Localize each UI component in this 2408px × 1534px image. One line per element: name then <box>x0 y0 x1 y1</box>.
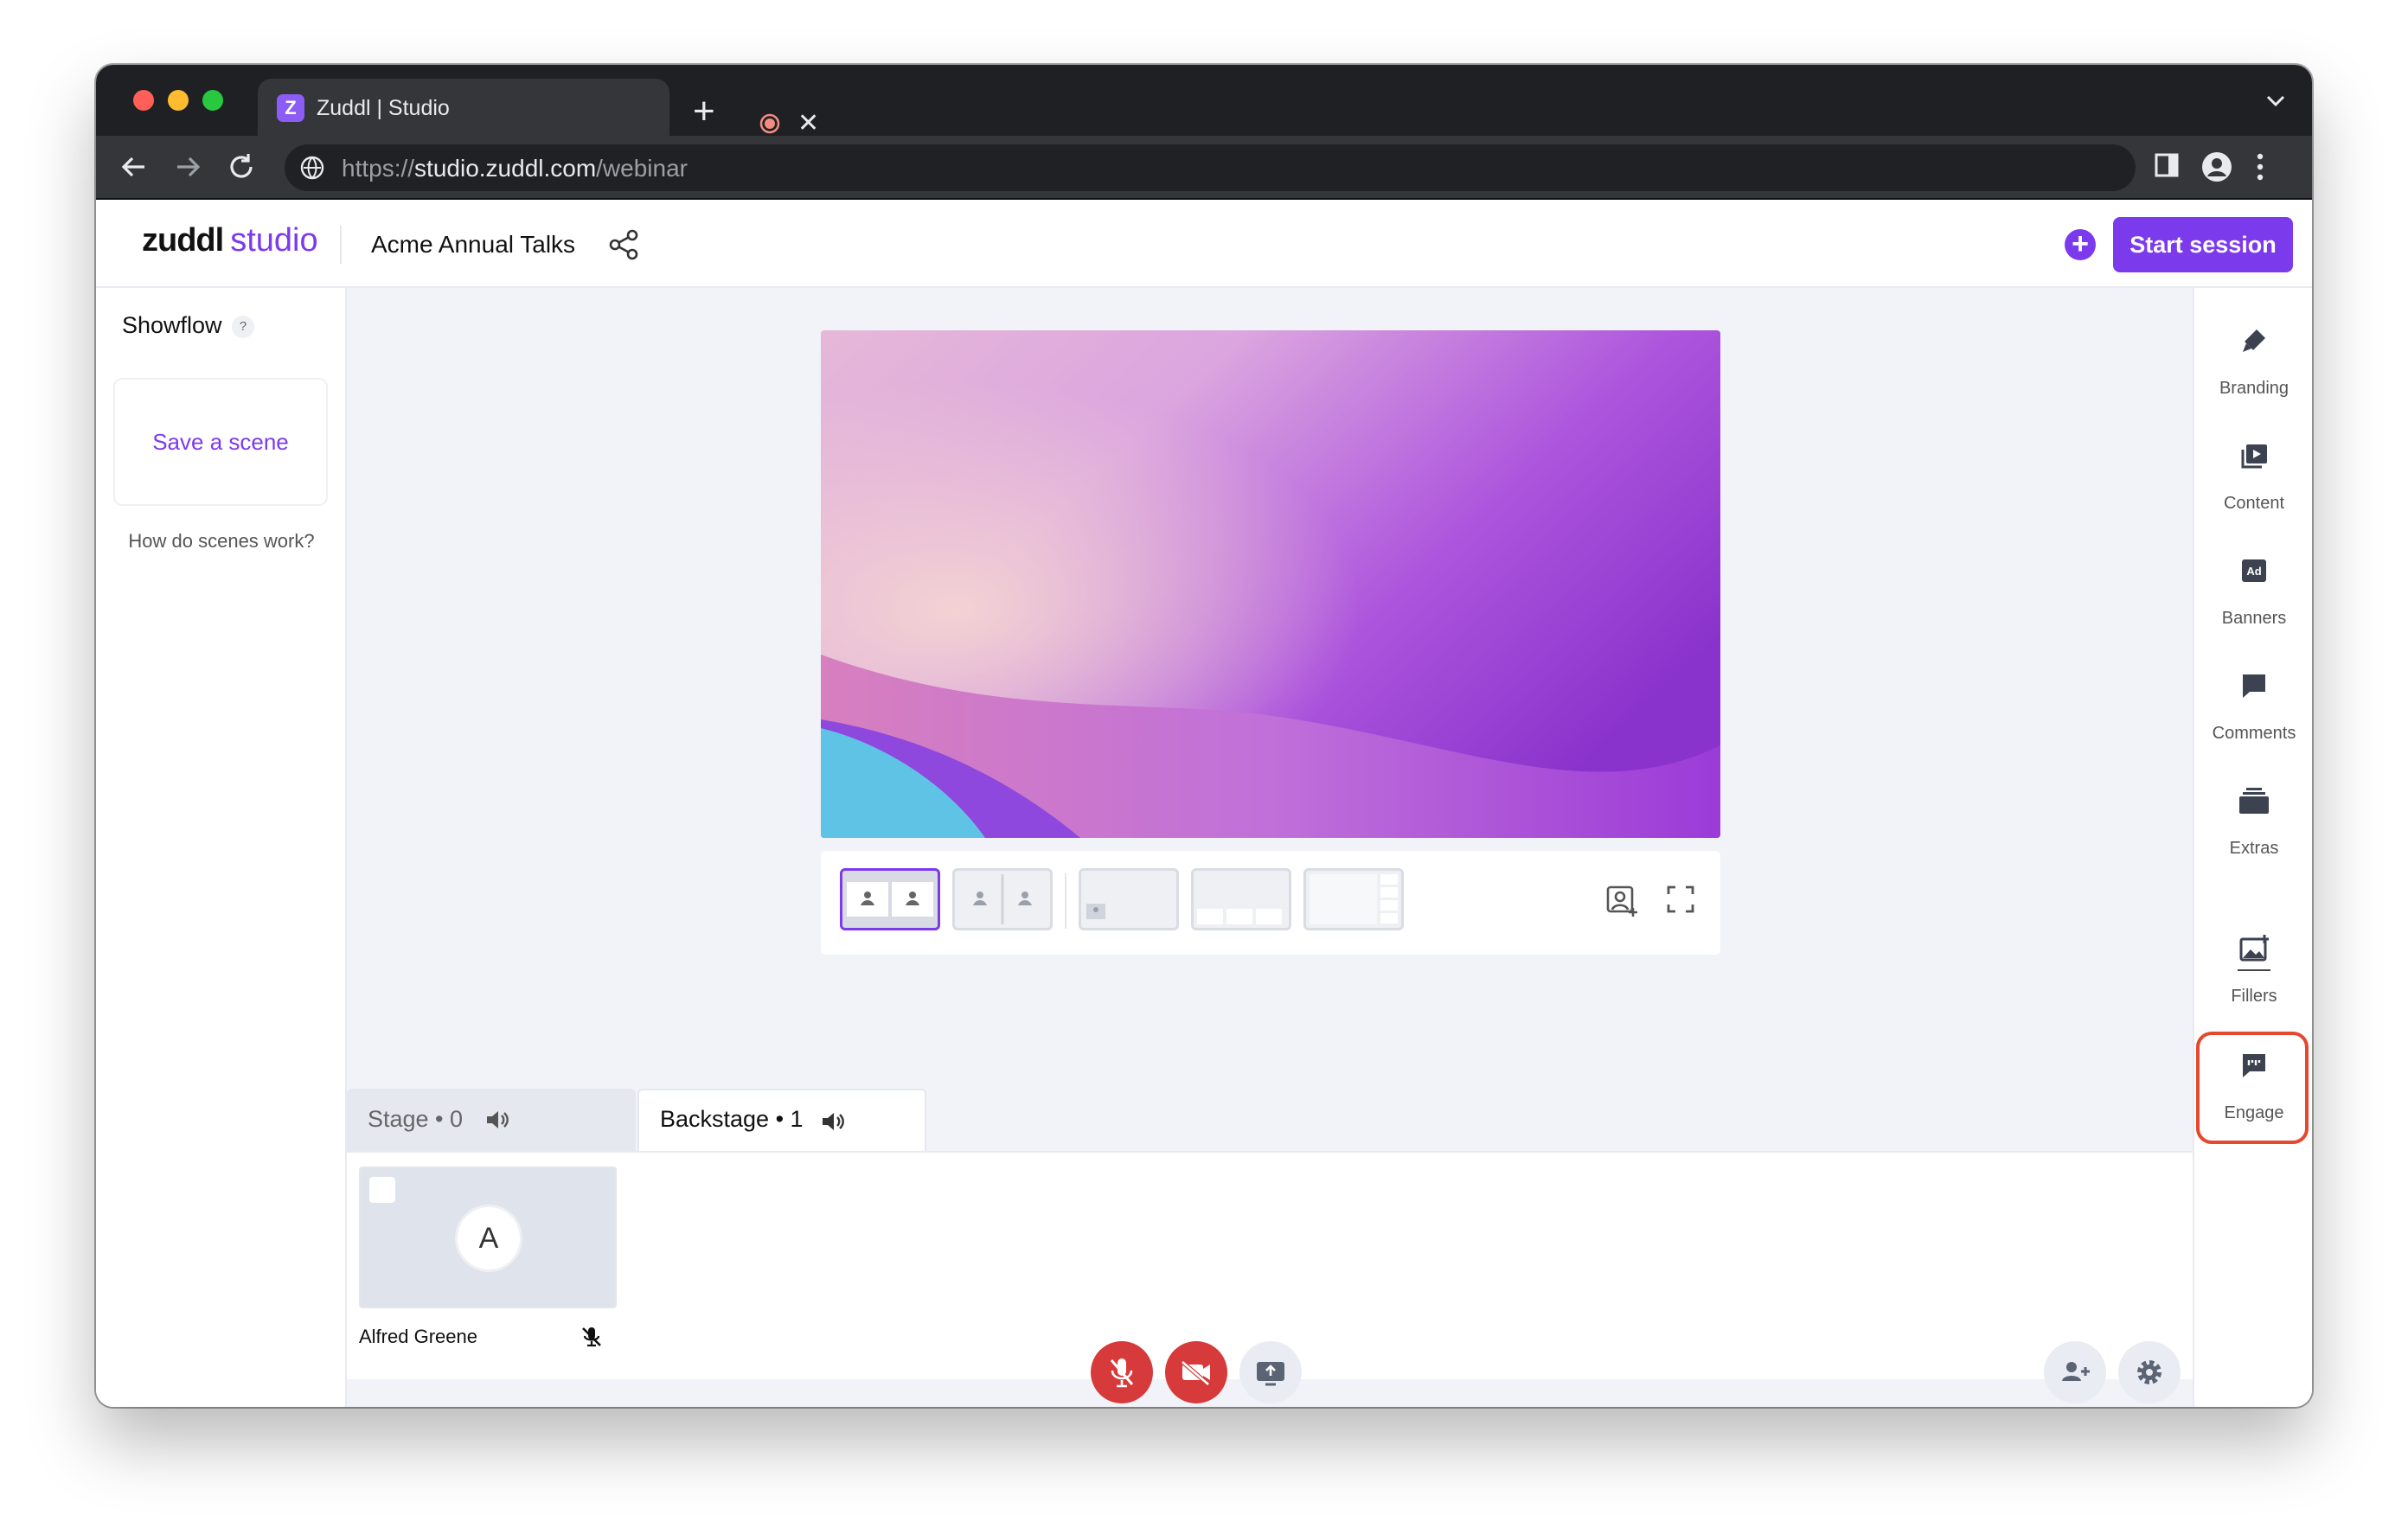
tab-backstage-label: Backstage • 1 <box>660 1106 804 1132</box>
tab-title: Zuddl | Studio <box>317 96 450 120</box>
layout-pip[interactable] <box>1079 868 1179 930</box>
tool-extras-label: Extras <box>2229 839 2279 858</box>
avatar: A <box>455 1205 522 1272</box>
studio-tools-panel: Branding Content Ad Banners Comments Ext… <box>2193 288 2312 1407</box>
add-icon[interactable]: + <box>2065 229 2096 260</box>
stage-preview <box>821 330 1720 838</box>
zuddl-favicon-icon: Z <box>277 94 304 122</box>
engage-highlight-annotation <box>2196 1032 2309 1144</box>
fullscreen-icon[interactable] <box>1665 884 1696 915</box>
share-icon[interactable] <box>606 227 641 262</box>
browser-toolbar: https://studio.zuddl.com/webinar <box>96 136 2312 200</box>
tool-comments-label: Comments <box>2212 724 2296 743</box>
media-icon <box>2241 444 2267 469</box>
share-screen-button[interactable] <box>1239 1341 1302 1403</box>
layout-sidebar-right[interactable] <box>1303 868 1404 930</box>
url-path: /webinar <box>596 155 688 182</box>
recording-icon <box>759 113 780 134</box>
browser-menu-icon[interactable] <box>2255 151 2265 182</box>
gear-icon <box>2137 1360 2161 1384</box>
layers-icon <box>2239 788 2269 814</box>
add-participant-frame-icon[interactable] <box>1604 884 1639 918</box>
reload-icon[interactable] <box>222 148 260 186</box>
address-bar[interactable]: https://studio.zuddl.com/webinar <box>285 144 2136 191</box>
layout-split-icon <box>973 874 1032 924</box>
tool-content-label: Content <box>2223 494 2285 513</box>
logo-word-bold: zuddl <box>142 222 224 259</box>
close-window-button[interactable] <box>133 90 154 111</box>
tool-extras[interactable]: Extras <box>2194 786 2312 859</box>
participant-select-checkbox[interactable] <box>369 1177 395 1203</box>
layout-sidebar-icon <box>1310 874 1398 924</box>
layout-two-icon <box>847 882 933 917</box>
layout-divider <box>1065 873 1066 929</box>
tab-backstage[interactable]: Backstage • 1 <box>637 1089 926 1153</box>
ad-icon: Ad <box>2242 559 2266 582</box>
add-user-icon <box>2062 1362 2090 1381</box>
tool-branding[interactable]: Branding <box>2194 326 2312 399</box>
app-header: zuddl studio Acme Annual Talks + Start se… <box>96 201 2312 288</box>
layout-picker <box>821 851 1720 955</box>
showflow-title: Showflow <box>122 312 222 338</box>
tool-banners[interactable]: Ad Banners <box>2194 556 2312 629</box>
video-off-icon <box>1181 1360 1210 1386</box>
maximize-window-button[interactable] <box>202 90 223 111</box>
browser-tabstrip: Z Zuddl | Studio ✕ + <box>96 65 2312 137</box>
stage-tabs: Stage • 0 Backstage • 1 <box>347 1089 2193 1153</box>
save-scene-link[interactable]: Save a scene <box>115 380 326 504</box>
profile-icon[interactable] <box>2201 151 2232 182</box>
tool-fillers-label: Fillers <box>2231 987 2277 1006</box>
ad-icon-text: Ad <box>2246 565 2261 578</box>
minimize-window-button[interactable] <box>168 90 189 111</box>
image-icon <box>2239 935 2269 962</box>
how-scenes-work-link[interactable]: How do scenes work? <box>96 530 347 553</box>
logo-word-light: studio <box>230 222 318 259</box>
layout-two-split[interactable] <box>952 868 1053 930</box>
help-icon[interactable]: ? <box>232 316 254 338</box>
layout-two-side-by-side[interactable] <box>840 868 940 930</box>
tool-content[interactable]: Content <box>2194 441 2312 514</box>
save-scene-card[interactable]: Save a scene <box>113 378 328 506</box>
tab-stage[interactable]: Stage • 0 <box>347 1089 636 1151</box>
layout-pip-icon <box>1086 904 1105 919</box>
tool-banners-label: Banners <box>2221 609 2287 628</box>
control-bar <box>96 1326 2193 1407</box>
site-info-icon[interactable] <box>300 156 324 180</box>
screen-share-icon <box>1257 1362 1284 1386</box>
tab-stage-label: Stage • 0 <box>368 1106 464 1132</box>
settings-button[interactable] <box>2118 1341 2181 1403</box>
layout-grid-icon <box>1197 909 1282 924</box>
volume-icon <box>823 1113 844 1130</box>
studio-app: zuddl studio Acme Annual Talks + Start se… <box>96 201 2312 1407</box>
url-host: studio.zuddl.com <box>414 155 597 182</box>
side-panel-icon[interactable] <box>2153 151 2181 179</box>
volume-icon <box>487 1111 509 1128</box>
mute-mic-button[interactable] <box>1091 1341 1153 1403</box>
tool-branding-label: Branding <box>2219 379 2290 398</box>
url-scheme: https:// <box>342 155 415 182</box>
tool-fillers[interactable]: Fillers <box>2194 934 2312 1007</box>
layout-grid-bottom[interactable] <box>1191 868 1291 930</box>
url-text: https://studio.zuddl.com/webinar <box>342 155 688 182</box>
mic-off-icon <box>1110 1358 1134 1388</box>
start-session-button[interactable]: Start session <box>2113 217 2293 272</box>
tool-comments[interactable]: Comments <box>2194 671 2312 744</box>
participant-tile[interactable]: A <box>359 1166 617 1308</box>
browser-tab-active[interactable]: Z Zuddl | Studio ✕ <box>258 79 819 137</box>
header-divider <box>340 226 342 264</box>
invite-guest-button[interactable] <box>2044 1341 2106 1403</box>
zuddl-studio-logo[interactable]: zuddl studio <box>142 222 318 259</box>
forward-arrow-icon[interactable] <box>169 148 207 186</box>
tab-search-chevron-icon[interactable] <box>2265 94 2286 108</box>
browser-window: Z Zuddl | Studio ✕ + https://studio.zudd… <box>96 65 2312 1407</box>
back-arrow-icon[interactable] <box>115 148 153 186</box>
camera-off-button[interactable] <box>1165 1341 1227 1403</box>
showflow-panel: Showflow ? Save a scene How do scenes wo… <box>96 288 347 1407</box>
event-title: Acme Annual Talks <box>371 231 576 258</box>
new-tab-button[interactable]: + <box>693 93 715 131</box>
brush-icon <box>2243 329 2265 352</box>
comment-icon <box>2243 674 2265 698</box>
